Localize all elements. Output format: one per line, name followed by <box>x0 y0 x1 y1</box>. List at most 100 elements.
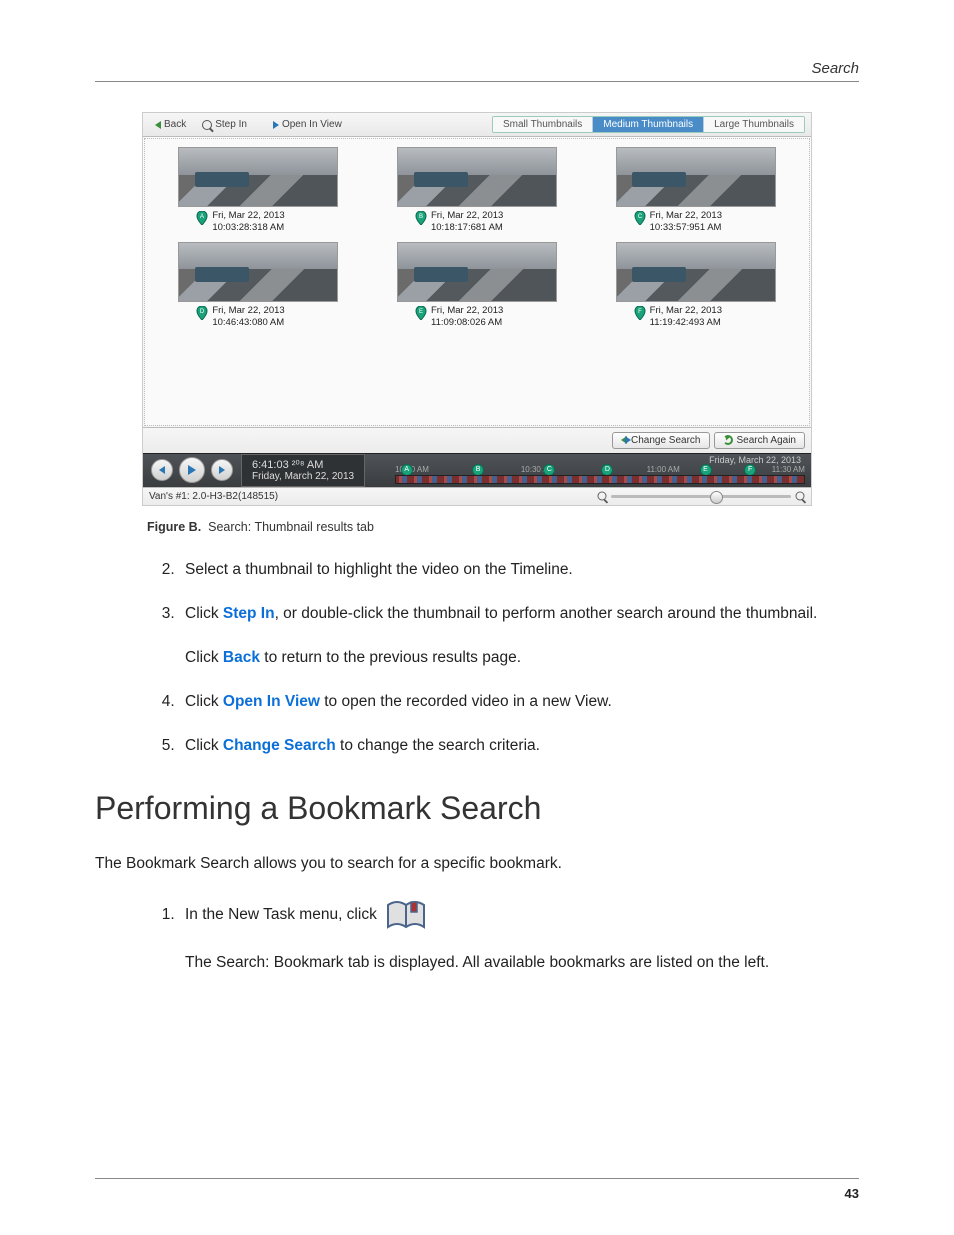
thumbnail-size-segment: Small Thumbnails Medium Thumbnails Large… <box>492 116 805 133</box>
tick: 11:00 AM <box>647 465 680 473</box>
zoom-out-icon[interactable] <box>598 492 607 501</box>
playback-time-box: 6:41:03 ²⁰⁸ AM Friday, March 22, 2013 <box>241 454 365 487</box>
step-in-link[interactable]: Step In <box>223 605 275 622</box>
bookmark-search-icon <box>385 899 427 931</box>
thumb-image <box>616 242 776 302</box>
thumb-date: Fri, Mar 22, 2013 <box>650 305 722 316</box>
thumb-time: 11:19:42:493 AM <box>650 317 721 328</box>
change-search-button[interactable]: Change Search <box>612 432 710 449</box>
search-again-label: Search Again <box>737 435 797 446</box>
svg-text:C: C <box>637 214 642 220</box>
results-footer: Change Search Search Again <box>143 427 811 453</box>
step-2: Select a thumbnail to highlight the vide… <box>179 558 859 582</box>
svg-text:F: F <box>638 309 642 315</box>
prev-button[interactable] <box>151 459 173 481</box>
back-link[interactable]: Back <box>223 649 260 666</box>
thumb-row: A Fri, Mar 22, 201310:03:28:318 AM B Fri… <box>149 147 805 234</box>
timeline[interactable]: Friday, March 22, 2013 10:00 AM 10:30 AM… <box>365 454 811 487</box>
status-bar: Van's #1: 2.0-H3-B2(148515) <box>143 487 811 505</box>
section-heading: Performing a Bookmark Search <box>95 790 859 827</box>
thumb-cell[interactable]: C Fri, Mar 22, 201310:33:57:951 AM <box>596 147 796 234</box>
thumb-row: D Fri, Mar 22, 201310:46:43:080 AM E Fri… <box>149 242 805 329</box>
thumb-image <box>178 242 338 302</box>
step-text: Select a thumbnail to highlight the vide… <box>185 561 573 578</box>
thumbnail-grid: A Fri, Mar 22, 201310:03:28:318 AM B Fri… <box>144 138 810 426</box>
zoom-slider[interactable] <box>611 495 791 498</box>
toolbar: Back Step In Open In View Small Thumbnai… <box>143 113 811 137</box>
thumb-cell[interactable]: A Fri, Mar 22, 201310:03:28:318 AM <box>158 147 358 234</box>
open-in-view-label: Open In View <box>282 119 342 130</box>
tick: 11:30 AM <box>772 465 805 473</box>
playback-controls <box>143 454 241 487</box>
step-in-button[interactable]: Step In <box>196 118 253 131</box>
prev-icon <box>159 466 165 474</box>
thumb-time: 11:09:08:026 AM <box>431 317 502 328</box>
arrow-right-icon <box>273 121 279 129</box>
marker-icon: D <box>196 306 208 320</box>
thumb-time: 10:03:28:318 AM <box>212 222 284 233</box>
thumb-date: Fri, Mar 22, 2013 <box>212 210 284 221</box>
change-search-link[interactable]: Change Search <box>223 737 336 754</box>
thumb-date: Fri, Mar 22, 2013 <box>431 305 503 316</box>
timeline-band <box>395 475 805 484</box>
thumb-caption: D Fri, Mar 22, 201310:46:43:080 AM <box>158 302 358 329</box>
step-text: The Search: Bookmark tab is displayed. A… <box>185 954 769 971</box>
zoom-in-icon[interactable] <box>796 492 805 501</box>
thumb-time: 10:46:43:080 AM <box>212 317 284 328</box>
thumb-date: Fri, Mar 22, 2013 <box>431 210 503 221</box>
thumb-image <box>397 147 557 207</box>
svg-text:B: B <box>419 214 423 220</box>
svg-text:E: E <box>419 309 423 315</box>
step-text: Click <box>185 649 223 666</box>
steps-list: Select a thumbnail to highlight the vide… <box>95 558 859 758</box>
zoom-controls <box>597 491 805 501</box>
bookmark-step-1: In the New Task menu, click The Search: … <box>179 899 859 975</box>
marker-icon: C <box>634 211 646 225</box>
thumb-cell[interactable]: D Fri, Mar 22, 201310:46:43:080 AM <box>158 242 358 329</box>
marker-icon: A <box>196 211 208 225</box>
back-button[interactable]: Back <box>149 118 192 131</box>
magnify-icon <box>202 120 212 130</box>
play-button[interactable] <box>179 457 205 483</box>
playback-time: 6:41:03 ²⁰⁸ AM <box>252 458 354 471</box>
thumb-time: 10:18:17:681 AM <box>431 222 503 233</box>
thumb-date: Fri, Mar 22, 2013 <box>650 210 722 221</box>
seg-large[interactable]: Large Thumbnails <box>703 117 804 132</box>
step-text: Click <box>185 737 223 754</box>
step-in-label: Step In <box>215 119 247 130</box>
thumb-cell[interactable]: F Fri, Mar 22, 201311:19:42:493 AM <box>596 242 796 329</box>
camera-name: Van's #1: 2.0-H3-B2(148515) <box>149 491 278 502</box>
back-label: Back <box>164 119 186 130</box>
next-icon <box>219 466 225 474</box>
thumb-cell[interactable]: B Fri, Mar 22, 201310:18:17:681 AM <box>377 147 577 234</box>
search-again-button[interactable]: Search Again <box>714 432 806 449</box>
step-text: , or double-click the thumbnail to perfo… <box>275 605 818 622</box>
thumb-caption: C Fri, Mar 22, 201310:33:57:951 AM <box>596 207 796 234</box>
step-text: Click <box>185 693 223 710</box>
step-text: Click <box>185 605 223 622</box>
thumb-image <box>178 147 338 207</box>
thumb-caption: A Fri, Mar 22, 201310:03:28:318 AM <box>158 207 358 234</box>
footer-rule <box>95 1178 859 1179</box>
section-intro: The Bookmark Search allows you to search… <box>95 855 859 873</box>
step-3: Click Step In, or double-click the thumb… <box>179 602 859 670</box>
thumb-time: 10:33:57:951 AM <box>650 222 722 233</box>
seg-medium[interactable]: Medium Thumbnails <box>592 117 703 132</box>
step-text: to change the search criteria. <box>336 737 540 754</box>
step-text: to open the recorded video in a new View… <box>320 693 612 710</box>
thumb-cell[interactable]: E Fri, Mar 22, 201311:09:08:026 AM <box>377 242 577 329</box>
swap-icon <box>621 436 627 444</box>
svg-text:D: D <box>200 309 205 315</box>
open-in-view-link[interactable]: Open In View <box>223 693 320 710</box>
thumb-date: Fri, Mar 22, 2013 <box>212 305 284 316</box>
search-thumbnail-window: Back Step In Open In View Small Thumbnai… <box>142 112 812 506</box>
play-icon <box>188 465 196 475</box>
open-in-view-button[interactable]: Open In View <box>267 118 348 131</box>
next-button[interactable] <box>211 459 233 481</box>
step-text: to return to the previous results page. <box>260 649 521 666</box>
header-section: Search <box>95 60 859 81</box>
thumb-caption: B Fri, Mar 22, 201310:18:17:681 AM <box>377 207 577 234</box>
playback-date: Friday, March 22, 2013 <box>252 471 354 482</box>
thumb-image <box>616 147 776 207</box>
seg-small[interactable]: Small Thumbnails <box>493 117 592 132</box>
